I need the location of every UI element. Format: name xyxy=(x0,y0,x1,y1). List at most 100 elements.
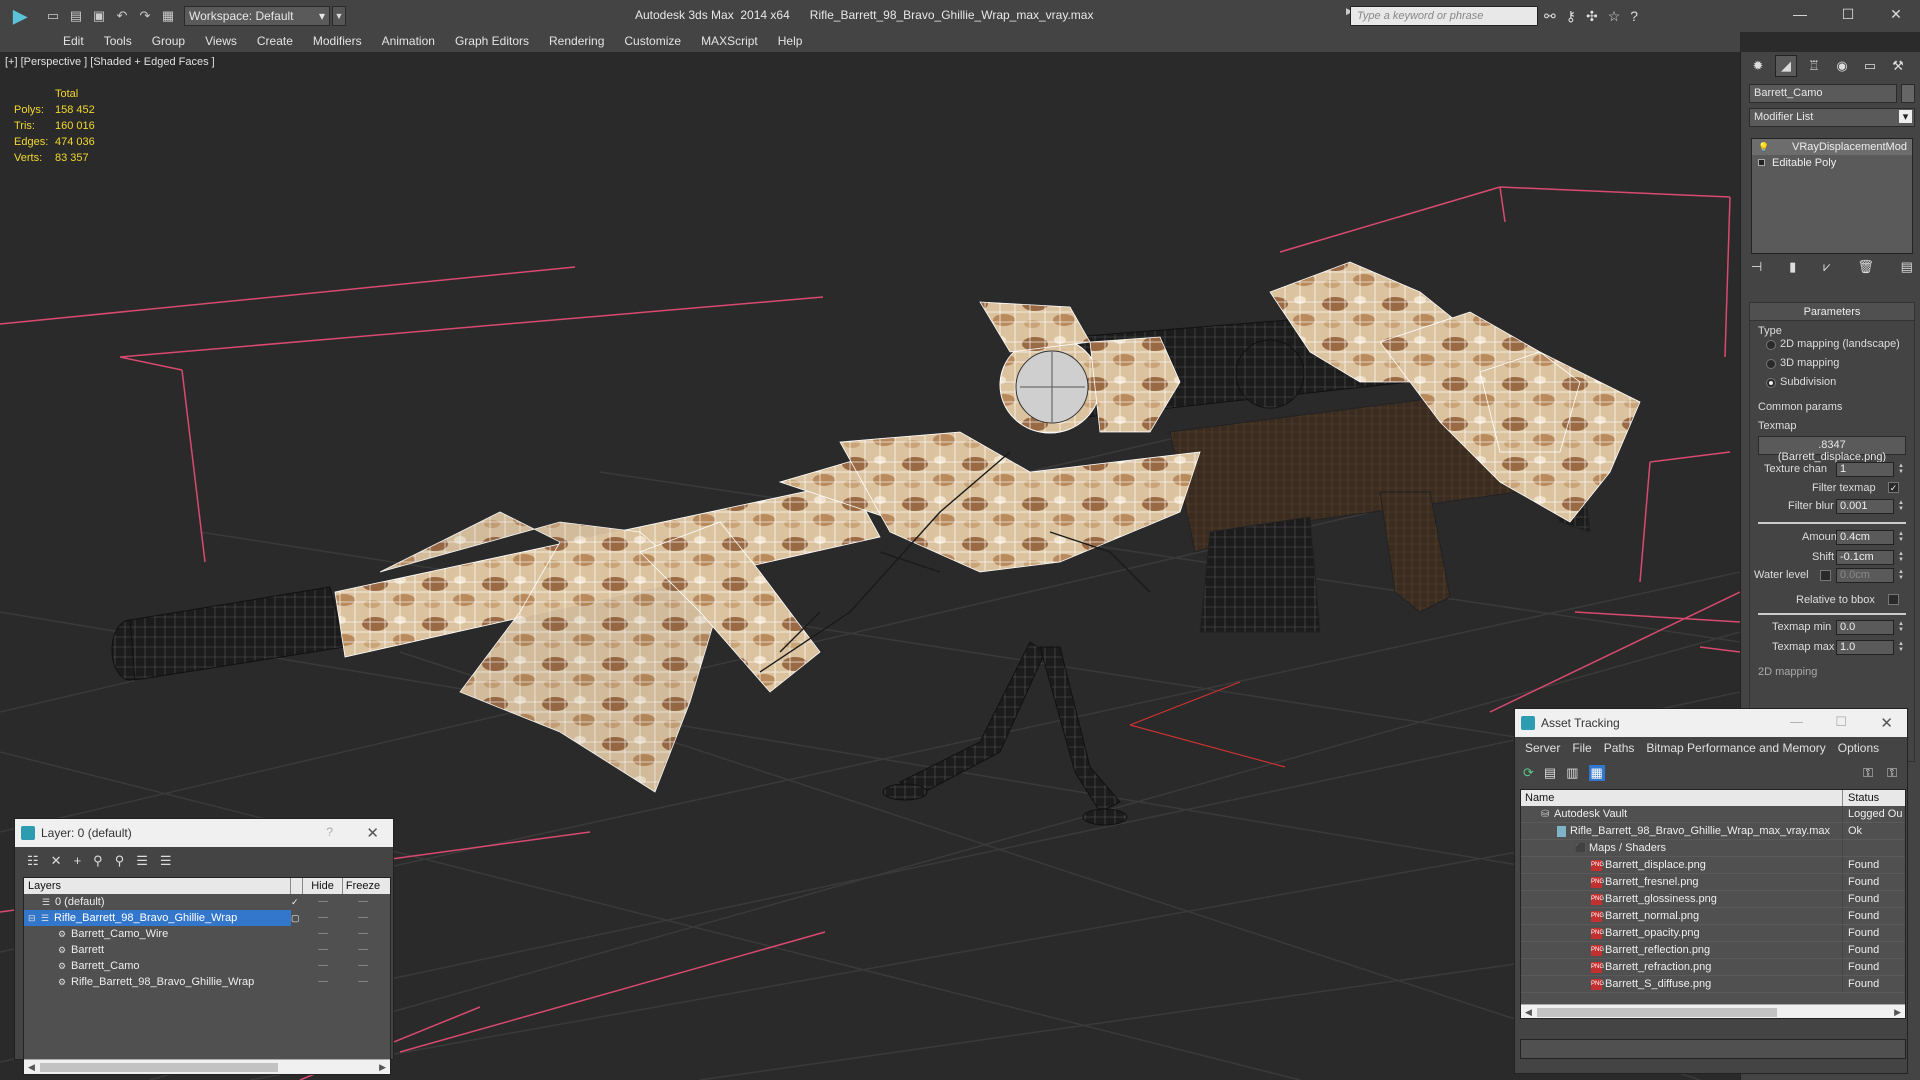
menu-options[interactable]: Options xyxy=(1832,741,1885,755)
display-tab-icon[interactable]: ▭ xyxy=(1859,55,1881,77)
motion-tab-icon[interactable]: ◉ xyxy=(1831,55,1853,77)
workspace-expand-button[interactable]: ▼ xyxy=(332,6,346,26)
close-icon[interactable]: ✕ xyxy=(1880,714,1893,732)
delete-layer-icon[interactable]: ✕ xyxy=(51,853,62,873)
asset-row[interactable]: PNGBarrett_displace.png Found xyxy=(1521,857,1905,874)
pin-stack-icon[interactable]: ⊣ xyxy=(1751,259,1762,275)
water-level-checkbox[interactable] xyxy=(1820,570,1831,581)
menu-help[interactable]: Help xyxy=(768,32,813,52)
menu-rendering[interactable]: Rendering xyxy=(539,32,614,52)
key-icon[interactable]: ⚷ xyxy=(1566,8,1576,25)
menu-maxscript[interactable]: MAXScript xyxy=(691,32,768,52)
collapse-icon[interactable]: ⊟ xyxy=(28,910,38,926)
make-unique-icon[interactable]: ⩗ xyxy=(1823,259,1830,275)
maximize-icon[interactable]: ☐ xyxy=(1835,714,1847,730)
freeze-toggle[interactable]: — xyxy=(343,974,383,990)
lightbulb-icon[interactable]: 💡 xyxy=(1758,139,1769,155)
col-status[interactable]: Status xyxy=(1843,790,1879,806)
help-icon[interactable]: ⚿ xyxy=(1887,765,1897,781)
utilities-tab-icon[interactable]: ⚒ xyxy=(1887,55,1909,77)
freeze-toggle[interactable]: — xyxy=(343,958,383,974)
minimize-icon[interactable]: — xyxy=(1776,0,1824,28)
scroll-left-icon[interactable]: ◀ xyxy=(28,1062,35,1073)
hide-toggle[interactable]: — xyxy=(303,894,343,910)
col-name[interactable]: Name xyxy=(1521,790,1843,806)
mapping-3d-radio[interactable] xyxy=(1766,359,1776,369)
scroll-thumb[interactable] xyxy=(40,1063,278,1072)
close-icon[interactable]: ✕ xyxy=(366,824,379,842)
col-freeze[interactable]: Freeze xyxy=(343,878,383,894)
menu-paths[interactable]: Paths xyxy=(1598,741,1641,755)
layer-row[interactable]: ⊟ ☰ Rifle_Barrett_98_Bravo_Ghillie_Wrap ▢ — — xyxy=(24,910,390,926)
menu-tools[interactable]: Tools xyxy=(94,32,142,52)
save-icon[interactable]: ▣ xyxy=(89,6,109,26)
freeze-toggle[interactable]: — xyxy=(343,942,383,958)
help-icon[interactable]: ? xyxy=(326,825,333,839)
refresh-icon[interactable]: ⟳ xyxy=(1523,765,1534,781)
layer-dialog-titlebar[interactable]: Layer: 0 (default)? ✕ xyxy=(15,819,393,847)
select-objects-in-layer-icon[interactable]: ⚲ xyxy=(93,853,103,873)
add-to-layer-icon[interactable]: + xyxy=(74,853,82,873)
freeze-toggle[interactable]: — xyxy=(343,926,383,942)
asset-row[interactable]: PNGBarrett_glossiness.png Found xyxy=(1521,891,1905,908)
menu-graph-editors[interactable]: Graph Editors xyxy=(445,32,539,52)
workspace-dropdown[interactable]: Workspace: Default ▾ xyxy=(184,6,330,26)
open-file-icon[interactable]: ▤ xyxy=(66,6,86,26)
layer-row[interactable]: ⚙ Barrett_Camo_Wire — — xyxy=(24,926,390,942)
texmap-button[interactable]: .8347 (Barrett_displace.png) xyxy=(1758,436,1906,463)
relative-to-bbox-checkbox[interactable] xyxy=(1888,594,1899,605)
hierarchy-tab-icon[interactable]: ♖ xyxy=(1803,55,1825,77)
layer-row[interactable]: ⚙ Barrett — — xyxy=(24,942,390,958)
show-end-result-icon[interactable]: ▮ xyxy=(1789,259,1796,275)
scroll-right-icon[interactable]: ▶ xyxy=(379,1062,386,1073)
table-view-icon[interactable]: ▦ xyxy=(1588,765,1605,781)
project-folder-icon[interactable]: ▦ xyxy=(158,6,178,26)
server-login-icon[interactable]: ⚿ xyxy=(1863,765,1873,781)
stack-item-vraydisplacement[interactable]: 💡 VRayDisplacementMod xyxy=(1752,139,1912,155)
water-level-spinner[interactable]: 0.0cm xyxy=(1836,568,1905,583)
binoculars-icon[interactable]: ⚯ xyxy=(1544,8,1556,25)
mapping-2d-radio[interactable] xyxy=(1766,340,1776,350)
maximize-icon[interactable]: ☐ xyxy=(1824,0,1872,28)
hide-toggle[interactable]: — xyxy=(303,926,343,942)
menu-edit[interactable]: Edit xyxy=(53,32,94,52)
create-layer-icon[interactable]: ☷ xyxy=(27,853,39,873)
filter-texmap-checkbox[interactable]: ✓ xyxy=(1888,482,1899,493)
modifier-list-dropdown[interactable]: Modifier List ▾ xyxy=(1749,108,1915,127)
freeze-toggle[interactable]: — xyxy=(343,894,383,910)
hide-toggle[interactable]: — xyxy=(303,910,343,926)
remove-modifier-icon[interactable]: 🗑 xyxy=(1857,259,1874,275)
menu-create[interactable]: Create xyxy=(247,32,303,52)
menu-bitmap-performance[interactable]: Bitmap Performance and Memory xyxy=(1640,741,1831,755)
close-icon[interactable]: ✕ xyxy=(1872,0,1920,28)
menu-animation[interactable]: Animation xyxy=(372,32,445,52)
freeze-toggle[interactable]: — xyxy=(343,910,383,926)
menu-customize[interactable]: Customize xyxy=(614,32,691,52)
col-hide[interactable]: Hide xyxy=(303,878,343,894)
asset-row[interactable]: PNGBarrett_normal.png Found xyxy=(1521,908,1905,925)
rollout-header[interactable]: Parameters xyxy=(1750,303,1914,321)
amount-spinner[interactable]: 0.4cm xyxy=(1836,530,1905,545)
subdivision-radio[interactable] xyxy=(1766,378,1776,388)
horizontal-scrollbar[interactable]: ◀ ▶ xyxy=(1521,1004,1905,1018)
new-file-icon[interactable]: ▭ xyxy=(43,6,63,26)
hide-toggle[interactable]: — xyxy=(303,958,343,974)
detail-view-icon[interactable]: ▥ xyxy=(1566,765,1578,781)
current-layer-box-icon[interactable]: ▢ xyxy=(291,910,303,926)
asset-row[interactable]: PNGBarrett_reflection.png Found xyxy=(1521,942,1905,959)
list-view-icon[interactable]: ▤ xyxy=(1544,765,1556,781)
favorites-star-icon[interactable]: ☆ xyxy=(1608,8,1621,25)
search-input[interactable]: Type a keyword or phrase xyxy=(1350,6,1538,26)
create-tab-icon[interactable]: ✹ xyxy=(1747,55,1769,77)
stack-item-editable-poly[interactable]: Editable Poly xyxy=(1752,155,1912,171)
modify-tab-icon[interactable]: ◢ xyxy=(1775,55,1797,77)
hide-toggle[interactable]: — xyxy=(303,942,343,958)
expand-icon[interactable] xyxy=(1758,159,1765,166)
scroll-thumb[interactable] xyxy=(1537,1008,1777,1017)
redo-icon[interactable]: ↷ xyxy=(135,6,155,26)
configure-modifier-sets-icon[interactable]: ▤ xyxy=(1901,259,1913,275)
layer-row[interactable]: ⚙ Rifle_Barrett_98_Bravo_Ghillie_Wrap — — xyxy=(24,974,390,990)
menu-views[interactable]: Views xyxy=(195,32,247,52)
menu-group[interactable]: Group xyxy=(142,32,195,52)
asset-row[interactable]: ⬛ Maps / Shaders xyxy=(1521,840,1905,857)
